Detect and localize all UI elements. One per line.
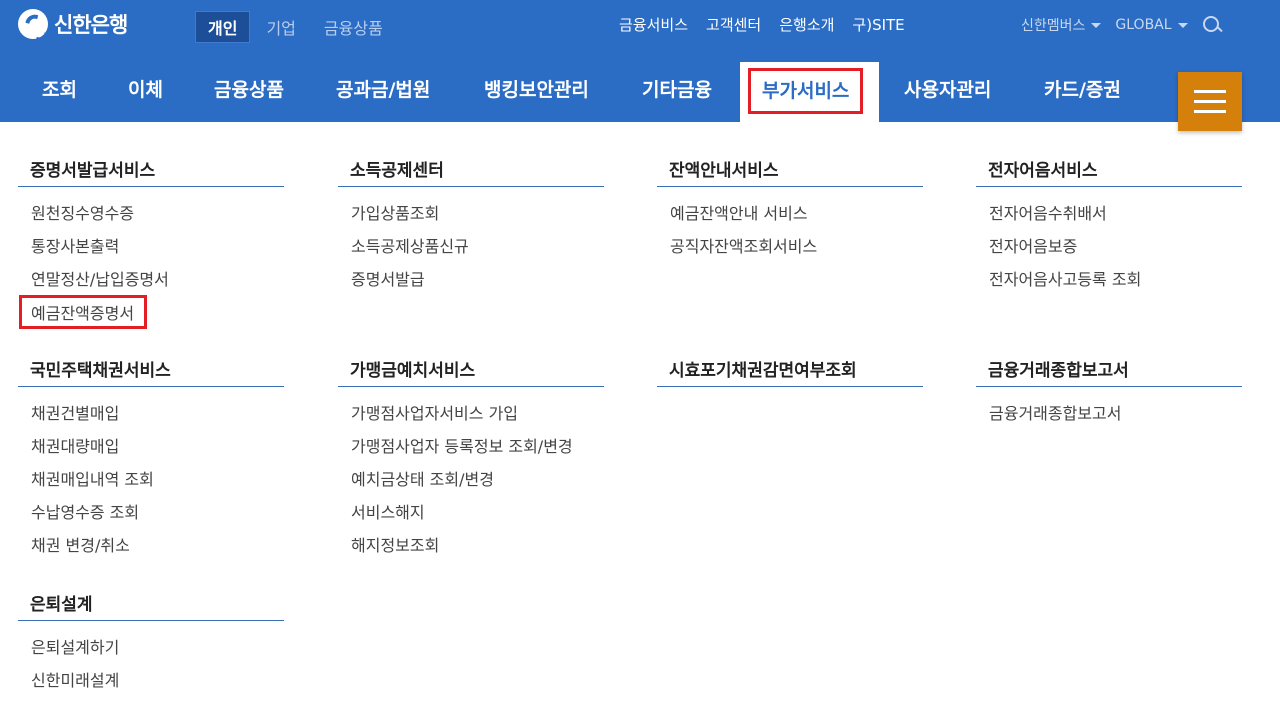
shinhan-logo-icon: [18, 9, 48, 39]
menu-item[interactable]: 소득공제상품신규: [338, 233, 604, 266]
menu-group-certificates: 증명서발급서비스 원천징수영수증 통장사본출력 연말정산/납입증명서 예금잔액증…: [18, 156, 284, 332]
nav-inquiry[interactable]: 조회: [42, 62, 77, 122]
group-title: 소득공제센터: [338, 156, 604, 187]
nav-utilities-court[interactable]: 공과금/법원: [336, 62, 430, 122]
nav-user-management[interactable]: 사용자관리: [904, 62, 991, 122]
menu-item[interactable]: 전자어음수취배서: [976, 200, 1242, 233]
nav-additional-services[interactable]: 부가서비스: [740, 62, 879, 122]
menu-item[interactable]: 예금잔액안내 서비스: [657, 200, 923, 233]
hamburger-icon: [1194, 90, 1226, 93]
menu-item[interactable]: 전자어음보증: [976, 233, 1242, 266]
menu-item[interactable]: 은퇴설계하기: [18, 634, 284, 667]
members-dropdown[interactable]: 신한멤버스: [1021, 15, 1102, 35]
right-utilities: 신한멤버스 GLOBAL: [1021, 15, 1222, 35]
chevron-down-icon: [1091, 22, 1102, 28]
menu-item[interactable]: 채권매입내역 조회: [18, 466, 284, 499]
hamburger-icon: [1194, 100, 1226, 103]
nav-card-securities[interactable]: 카드/증권: [1044, 62, 1121, 122]
menu-item[interactable]: 채권 변경/취소: [18, 532, 284, 565]
main-navigation: 조회 이체 금융상품 공과금/법원 뱅킹보안관리 기타금융 부가서비스 사용자관…: [0, 62, 1280, 122]
menu-item[interactable]: 신한미래설계: [18, 667, 284, 700]
menu-item[interactable]: 서비스해지: [338, 499, 604, 532]
menu-item[interactable]: 채권대량매입: [18, 433, 284, 466]
shinhan-logo[interactable]: 신한은행: [18, 9, 128, 39]
tab-personal[interactable]: 개인: [195, 11, 251, 43]
group-title: 전자어음서비스: [976, 156, 1242, 187]
global-dropdown[interactable]: GLOBAL: [1115, 17, 1188, 33]
menu-item-label: 예금잔액증명서: [19, 295, 148, 329]
group-title: 가맹금예치서비스: [338, 356, 604, 387]
brand-name: 신한은행: [54, 13, 128, 37]
menu-group-housing-bonds: 국민주택채권서비스 채권건별매입 채권대량매입 채권매입내역 조회 수납영수증 …: [18, 356, 284, 565]
utility-links: 금융서비스 고객센터 은행소개 구)SITE: [619, 14, 905, 35]
menu-group-balance-notice: 잔액안내서비스 예금잔액안내 서비스 공직자잔액조회서비스: [657, 156, 923, 266]
tab-financial-products[interactable]: 금융상품: [312, 12, 395, 42]
menu-item[interactable]: 예치금상태 조회/변경: [338, 466, 604, 499]
group-title: 은퇴설계: [18, 590, 284, 621]
menu-item-deposit-balance-certificate[interactable]: 예금잔액증명서: [18, 295, 284, 332]
menu-item[interactable]: 수납영수증 조회: [18, 499, 284, 532]
menu-group-electronic-bills: 전자어음서비스 전자어음수취배서 전자어음보증 전자어음사고등록 조회: [976, 156, 1242, 299]
group-title: 증명서발급서비스: [18, 156, 284, 187]
menu-item[interactable]: 공직자잔액조회서비스: [657, 233, 923, 266]
nav-banking-security[interactable]: 뱅킹보안관리: [484, 62, 589, 122]
chevron-down-icon: [1177, 22, 1188, 28]
menu-group-prescription-waiver: 시효포기채권감면여부조회: [657, 356, 923, 387]
members-label: 신한멤버스: [1021, 18, 1086, 34]
group-title: 국민주택채권서비스: [18, 356, 284, 387]
menu-group-franchise-deposit: 가맹금예치서비스 가맹점사업자서비스 가입 가맹점사업자 등록정보 조회/변경 …: [338, 356, 604, 565]
menu-item[interactable]: 증명서발급: [338, 266, 604, 299]
customer-segment-tabs: 개인 기업 금융상품: [195, 11, 399, 43]
full-menu-button[interactable]: [1178, 72, 1242, 131]
group-title-link[interactable]: 시효포기채권감면여부조회: [657, 356, 923, 387]
menu-group-tax-deduction: 소득공제센터 가입상품조회 소득공제상품신규 증명서발급: [338, 156, 604, 299]
link-customer-center[interactable]: 고객센터: [706, 14, 761, 35]
menu-group-retirement-planning: 은퇴설계 은퇴설계하기 신한미래설계: [18, 590, 284, 700]
hamburger-icon: [1194, 110, 1226, 113]
tab-business[interactable]: 기업: [254, 12, 307, 42]
menu-item[interactable]: 채권건별매입: [18, 400, 284, 433]
global-label: GLOBAL: [1115, 17, 1172, 33]
menu-item[interactable]: 전자어음사고등록 조회: [976, 266, 1242, 299]
menu-item[interactable]: 가입상품조회: [338, 200, 604, 233]
menu-item[interactable]: 금융거래종합보고서: [976, 400, 1242, 433]
link-financial-service[interactable]: 금융서비스: [619, 14, 688, 35]
menu-item[interactable]: 해지정보조회: [338, 532, 604, 565]
nav-transfer[interactable]: 이체: [128, 62, 163, 122]
menu-item[interactable]: 통장사본출력: [18, 233, 284, 266]
nav-other-finance[interactable]: 기타금융: [642, 62, 712, 122]
link-old-site[interactable]: 구)SITE: [852, 14, 904, 35]
link-bank-intro[interactable]: 은행소개: [779, 14, 834, 35]
menu-item[interactable]: 가맹점사업자서비스 가입: [338, 400, 604, 433]
menu-group-financial-report: 금융거래종합보고서 금융거래종합보고서: [976, 356, 1242, 433]
top-header: 신한은행 개인 기업 금융상품 금융서비스 고객센터 은행소개 구)SITE 신…: [0, 0, 1280, 122]
group-title: 금융거래종합보고서: [976, 356, 1242, 387]
menu-item[interactable]: 가맹점사업자 등록정보 조회/변경: [338, 433, 604, 466]
search-icon[interactable]: [1202, 15, 1222, 35]
nav-financial-products[interactable]: 금융상품: [214, 62, 284, 122]
nav-additional-services-label: 부가서비스: [748, 68, 864, 114]
menu-item[interactable]: 원천징수영수증: [18, 200, 284, 233]
group-title: 잔액안내서비스: [657, 156, 923, 187]
